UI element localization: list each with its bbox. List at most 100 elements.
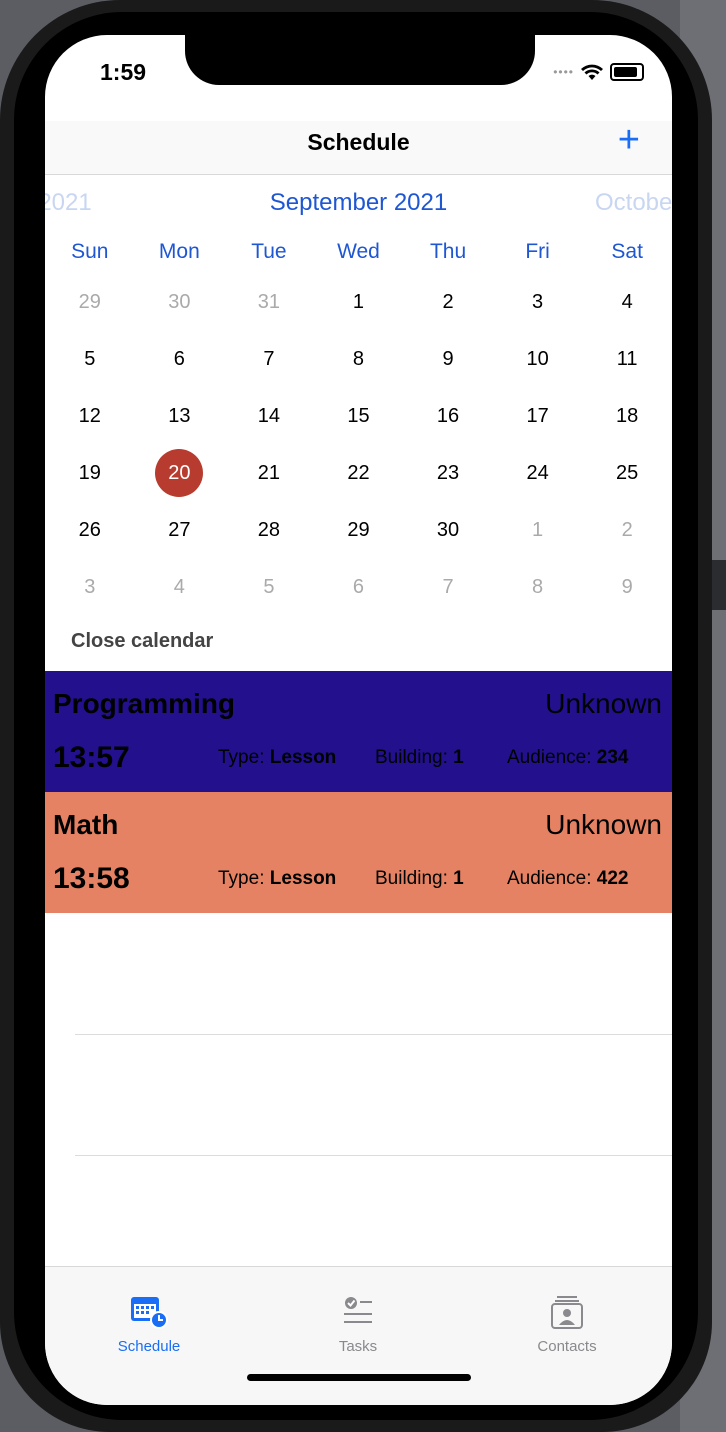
- calendar-day-number: 30: [436, 519, 460, 541]
- calendar-day[interactable]: 5: [224, 570, 314, 627]
- calendar-day[interactable]: 27: [135, 513, 225, 570]
- weekday-label: Mon: [158, 240, 200, 263]
- tab-contacts[interactable]: Contacts: [507, 1295, 627, 1355]
- tab-schedule[interactable]: Schedule: [89, 1295, 209, 1355]
- tab-label: Schedule: [117, 1338, 181, 1355]
- event-card[interactable]: Math Unknown 13:58 Type: Lesson Building…: [45, 792, 672, 913]
- checklist-icon: [344, 1297, 372, 1323]
- calendar-day[interactable]: 10: [493, 342, 583, 399]
- event-audience: Audience: 422: [507, 868, 629, 890]
- calendar-day-number: 4: [621, 291, 633, 313]
- calendar-day[interactable]: 19: [45, 456, 135, 513]
- calendar-day-number: 2: [442, 291, 454, 313]
- event-time: 13:58: [53, 862, 130, 895]
- app-screen: 1:59 •••• Schedule + t 2021 September 20…: [45, 35, 672, 1405]
- calendar-day[interactable]: 8: [314, 342, 404, 399]
- calendar-day[interactable]: 30: [135, 285, 225, 342]
- calendar-day[interactable]: 18: [582, 399, 672, 456]
- current-month-label: September 2021: [269, 189, 448, 216]
- calendar-day[interactable]: 23: [403, 456, 493, 513]
- calendar-day-number: 1: [532, 519, 544, 541]
- calendar-day[interactable]: 4: [582, 285, 672, 342]
- building-label: Building:: [375, 868, 448, 889]
- calendar-day[interactable]: 4: [135, 570, 225, 627]
- navigation-bar: Schedule +: [45, 119, 672, 175]
- calendar-day[interactable]: 7: [224, 342, 314, 399]
- type-value: Lesson: [269, 747, 337, 768]
- type-label: Type:: [218, 747, 265, 768]
- calendar-day-number: 14: [257, 405, 281, 427]
- calendar-day[interactable]: 26: [45, 513, 135, 570]
- calendar-day[interactable]: 7: [403, 570, 493, 627]
- calendar-day[interactable]: 31: [224, 285, 314, 342]
- calendar-day-number: 2: [621, 519, 633, 541]
- calendar-day[interactable]: 9: [403, 342, 493, 399]
- weekday-label: Sun: [71, 240, 109, 263]
- event-status: Unknown: [545, 809, 662, 840]
- calendar-day[interactable]: 22: [314, 456, 404, 513]
- next-month-label[interactable]: Octobe: [595, 189, 672, 217]
- weekday-label: Sat: [611, 240, 643, 263]
- calendar-day-number: 29: [347, 519, 370, 541]
- calendar-day[interactable]: 6: [135, 342, 225, 399]
- calendar-day-number: 19: [78, 462, 101, 484]
- calendar-day-number: 7: [442, 576, 454, 598]
- tab-label: Tasks: [338, 1338, 378, 1355]
- event-status: Unknown: [545, 688, 662, 719]
- add-button[interactable]: +: [618, 119, 640, 162]
- contact-card-icon: [551, 1296, 583, 1329]
- calendar-day[interactable]: 2: [403, 285, 493, 342]
- calendar-day-number: 7: [263, 348, 275, 370]
- calendar-day[interactable]: 12: [45, 399, 135, 456]
- calendar-day[interactable]: 3: [45, 570, 135, 627]
- calendar-week: 26 27 28 29 30 1 2: [45, 513, 672, 570]
- empty-row-divider: [75, 1034, 672, 1035]
- page-title: Schedule: [307, 129, 410, 155]
- event-card[interactable]: Programming Unknown 13:57 Type: Lesson B…: [45, 671, 672, 792]
- tab-bar: Schedule Tasks Contacts: [45, 1266, 672, 1405]
- calendar-day-number: 6: [352, 576, 365, 598]
- calendar-day[interactable]: 15: [314, 399, 404, 456]
- type-value: Lesson: [269, 868, 337, 889]
- calendar-day-selected[interactable]: 20: [135, 449, 225, 513]
- wifi-icon: [581, 64, 603, 80]
- weekday-label: Wed: [337, 240, 380, 263]
- audience-value: 234: [596, 747, 629, 768]
- calendar-day[interactable]: 1: [314, 285, 404, 342]
- calendar-day[interactable]: 2: [582, 513, 672, 570]
- close-calendar-button[interactable]: Close calendar: [71, 630, 213, 653]
- building-label: Building:: [375, 747, 448, 768]
- calendar-day[interactable]: 17: [493, 399, 583, 456]
- calendar-day[interactable]: 24: [493, 456, 583, 513]
- signal-icon: ••••: [553, 65, 574, 79]
- calendar-day-number: 8: [352, 348, 365, 370]
- calendar-day-number: 6: [173, 348, 185, 370]
- calendar-day[interactable]: 30: [403, 513, 493, 570]
- weekday-label: Thu: [429, 240, 467, 263]
- calendar-day[interactable]: 8: [493, 570, 583, 627]
- calendar-day[interactable]: 5: [45, 342, 135, 399]
- calendar-day[interactable]: 3: [493, 285, 583, 342]
- calendar-day[interactable]: 13: [135, 399, 225, 456]
- calendar-day-number: 30: [168, 291, 191, 313]
- calendar-day[interactable]: 28: [224, 513, 314, 570]
- status-time: 1:59: [100, 59, 147, 85]
- calendar-grid: 29 30 31 1 2 3 4 5 6 7 8 9 10 11 12 13 14 15 16 17 18 19 20 21 2…: [45, 285, 672, 627]
- calendar-day[interactable]: 14: [224, 399, 314, 456]
- weekday-label: Tue: [251, 240, 287, 263]
- calendar-day[interactable]: 29: [45, 285, 135, 342]
- calendar-day[interactable]: 29: [314, 513, 404, 570]
- calendar-day[interactable]: 9: [582, 570, 672, 627]
- calendar-day[interactable]: 16: [403, 399, 493, 456]
- calendar-day-number: 23: [436, 462, 460, 484]
- calendar-day[interactable]: 6: [314, 570, 404, 627]
- calendar-day-number: 15: [347, 405, 370, 427]
- calendar-day-number: 17: [526, 405, 549, 427]
- tab-tasks[interactable]: Tasks: [298, 1295, 418, 1355]
- calendar-day-number: 8: [532, 576, 544, 598]
- calendar-day[interactable]: 25: [582, 456, 672, 513]
- calendar-day[interactable]: 21: [224, 456, 314, 513]
- calendar-day[interactable]: 11: [582, 342, 672, 399]
- calendar-day[interactable]: 1: [493, 513, 583, 570]
- calendar-day-number: 20: [155, 449, 204, 497]
